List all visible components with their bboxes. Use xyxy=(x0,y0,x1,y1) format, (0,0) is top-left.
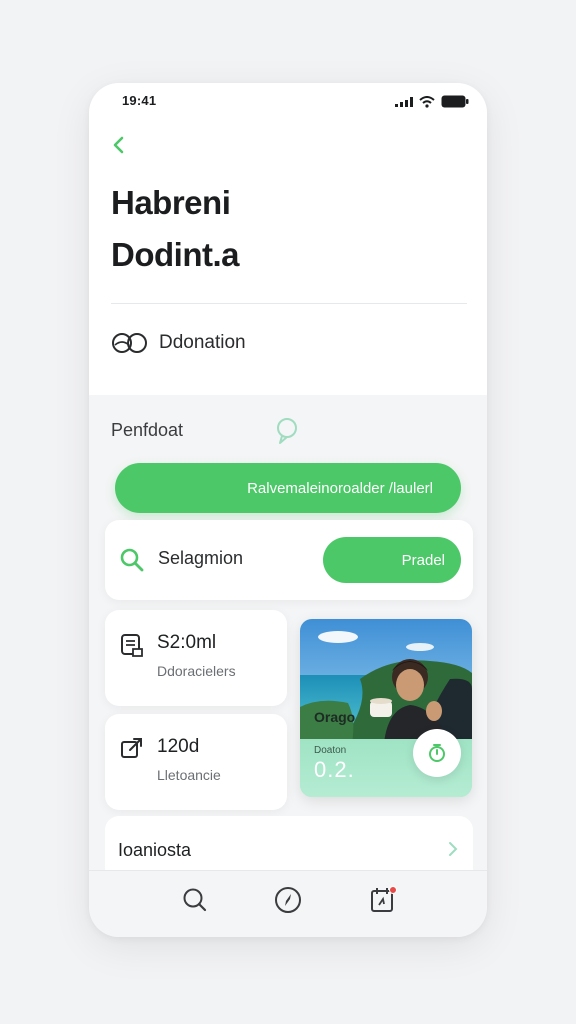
photo-card[interactable]: Orago Doaton 0.2. xyxy=(300,619,472,797)
search-card: Selagmion Pradel xyxy=(105,520,473,600)
donation-row[interactable]: Ddonation xyxy=(111,331,246,355)
search-action-label: Pradel xyxy=(401,551,445,569)
wifi-icon xyxy=(419,95,435,108)
donation-label: Ddonation xyxy=(159,332,246,353)
chevron-left-icon xyxy=(113,136,124,154)
search-icon xyxy=(119,547,145,578)
battery-icon xyxy=(441,95,469,108)
section-label: Penfdoat xyxy=(111,420,184,440)
tab-bar xyxy=(89,870,487,937)
status-icons xyxy=(395,95,469,108)
back-button[interactable] xyxy=(107,133,131,157)
tab-calendar[interactable] xyxy=(368,885,398,915)
page-title-line2: Dodint.a xyxy=(111,236,239,273)
search-icon xyxy=(183,888,207,912)
search-action-button[interactable]: Pradel xyxy=(323,537,461,583)
header-section: 19:41 Habreni Dodint.a Ddonation xyxy=(89,83,487,395)
stat-value: S2:0ml xyxy=(157,632,217,653)
primary-action-button[interactable]: Ralvemaleinoroalder /laulerl xyxy=(115,463,461,513)
page-title-line1: Habreni xyxy=(111,184,231,221)
divider xyxy=(111,303,467,304)
status-time: 19:41 xyxy=(122,93,157,108)
primary-action-label: Ralvemaleinoroalder /laulerl xyxy=(247,479,433,497)
page-title: Habreni Dodint.a xyxy=(111,177,451,281)
search-label[interactable]: Selagmion xyxy=(158,548,243,569)
photo-value: 0.2. xyxy=(314,757,355,782)
list-item-label: Ioaniosta xyxy=(118,840,192,860)
photo-small-label: Doaton xyxy=(314,745,347,756)
chevron-right-icon xyxy=(447,840,459,863)
notification-badge xyxy=(389,886,397,894)
signal-icon xyxy=(395,96,413,107)
link-icon xyxy=(112,333,147,353)
stat-subtitle: Lletoancie xyxy=(157,767,221,783)
external-link-icon xyxy=(119,736,145,767)
chat-bubble-icon[interactable] xyxy=(275,417,299,450)
photo-action-button[interactable] xyxy=(413,729,461,777)
photo-caption: Orago xyxy=(314,709,356,725)
tab-search[interactable] xyxy=(180,885,210,915)
stat-card[interactable]: 120d Lletoancie xyxy=(105,714,287,810)
document-icon xyxy=(119,632,145,663)
stat-card[interactable]: S2:0ml Ddoracielers xyxy=(105,610,287,706)
stat-subtitle: Ddoracielers xyxy=(157,663,236,679)
timer-icon xyxy=(429,744,445,762)
phone-screen: 19:41 Habreni Dodint.a Ddonation Penfdoa… xyxy=(89,83,487,937)
compass-icon xyxy=(275,887,301,913)
stat-value: 120d xyxy=(157,736,200,757)
tab-explore[interactable] xyxy=(273,885,303,915)
